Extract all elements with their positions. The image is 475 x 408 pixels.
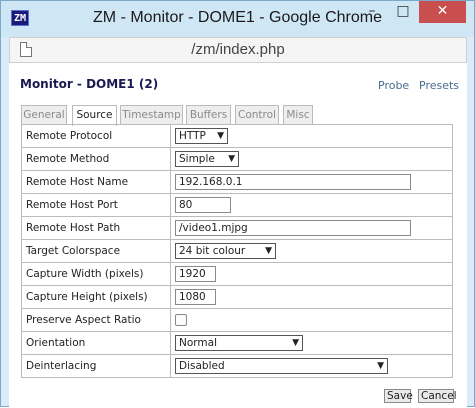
- tab-general[interactable]: General: [21, 105, 67, 125]
- table-row: Capture Height (pixels) 1080: [21, 285, 453, 309]
- table-row: Target Colorspace 24 bit colour ▼: [21, 239, 453, 263]
- select-value: 24 bit colour: [179, 245, 246, 257]
- browser-window: ZM ZM - Monitor - DOME1 - Google Chrome …: [0, 0, 475, 408]
- tab-source[interactable]: Source: [72, 105, 117, 126]
- capture-width-input[interactable]: 1920: [175, 266, 216, 282]
- table-row: Preserve Aspect Ratio: [21, 308, 453, 332]
- field-label: Remote Host Path: [21, 216, 171, 240]
- select-value: Disabled: [179, 360, 225, 372]
- url-text: /zm/index.php: [191, 41, 285, 58]
- preserve-aspect-ratio-checkbox[interactable]: [175, 314, 187, 326]
- tab-misc[interactable]: Misc: [283, 105, 313, 125]
- probe-link[interactable]: Probe: [378, 79, 409, 92]
- capture-height-input[interactable]: 1080: [175, 289, 216, 305]
- maximize-button[interactable]: □: [389, 1, 417, 23]
- presets-link[interactable]: Presets: [419, 79, 459, 92]
- remote-protocol-select[interactable]: HTTP ▼: [175, 128, 228, 144]
- field-label: Orientation: [21, 331, 171, 355]
- select-value: Normal: [179, 337, 217, 349]
- dropdown-arrow-icon: ▼: [292, 338, 299, 348]
- field-label: Remote Host Port: [21, 193, 171, 217]
- table-row: Remote Protocol HTTP ▼: [21, 124, 453, 148]
- field-label: Remote Protocol: [21, 124, 171, 148]
- deinterlacing-select[interactable]: Disabled ▼: [175, 358, 388, 374]
- table-row: Remote Host Path /video1.mjpg: [21, 216, 453, 240]
- orientation-select[interactable]: Normal ▼: [175, 335, 303, 351]
- field-label: Remote Host Name: [21, 170, 171, 194]
- remote-host-path-input[interactable]: /video1.mjpg: [175, 220, 411, 236]
- title-bar[interactable]: ZM ZM - Monitor - DOME1 - Google Chrome …: [1, 1, 474, 37]
- remote-host-port-input[interactable]: 80: [175, 197, 231, 213]
- table-row: Remote Host Name 192.168.0.1: [21, 170, 453, 194]
- field-label: Remote Method: [21, 147, 171, 171]
- dropdown-arrow-icon: ▼: [217, 131, 224, 141]
- save-button[interactable]: Save: [384, 389, 413, 403]
- page-title: Monitor - DOME1 (2): [20, 77, 159, 91]
- field-label: Target Colorspace: [21, 239, 171, 263]
- field-label: Capture Height (pixels): [21, 285, 171, 309]
- table-row: Deinterlacing Disabled ▼: [21, 354, 453, 378]
- tab-buffers[interactable]: Buffers: [186, 105, 231, 125]
- dropdown-arrow-icon: ▼: [265, 246, 272, 256]
- minimize-button[interactable]: –: [358, 1, 386, 23]
- source-settings-table: Remote Protocol HTTP ▼ Remote Method Simp…: [21, 124, 453, 378]
- cancel-button[interactable]: Cancel: [418, 389, 457, 403]
- select-value: Simple: [179, 153, 215, 165]
- table-row: Capture Width (pixels) 1920: [21, 262, 453, 286]
- close-button[interactable]: ✕: [419, 1, 466, 23]
- field-label: Capture Width (pixels): [21, 262, 171, 286]
- remote-method-select[interactable]: Simple ▼: [175, 151, 239, 167]
- page-content: Monitor - DOME1 (2) Probe Presets Genera…: [9, 63, 467, 408]
- target-colorspace-select[interactable]: 24 bit colour ▼: [175, 243, 276, 259]
- field-label: Preserve Aspect Ratio: [21, 308, 171, 332]
- tab-timestamp[interactable]: Timestamp: [120, 105, 183, 125]
- table-row: Orientation Normal ▼: [21, 331, 453, 355]
- dropdown-arrow-icon: ▼: [377, 361, 384, 371]
- table-row: Remote Method Simple ▼: [21, 147, 453, 171]
- select-value: HTTP: [179, 130, 206, 142]
- field-label: Deinterlacing: [21, 354, 171, 378]
- dropdown-arrow-icon: ▼: [228, 154, 235, 164]
- table-row: Remote Host Port 80: [21, 193, 453, 217]
- address-bar[interactable]: /zm/index.php: [9, 37, 467, 63]
- remote-host-name-input[interactable]: 192.168.0.1: [175, 174, 411, 190]
- tab-control[interactable]: Control: [235, 105, 279, 125]
